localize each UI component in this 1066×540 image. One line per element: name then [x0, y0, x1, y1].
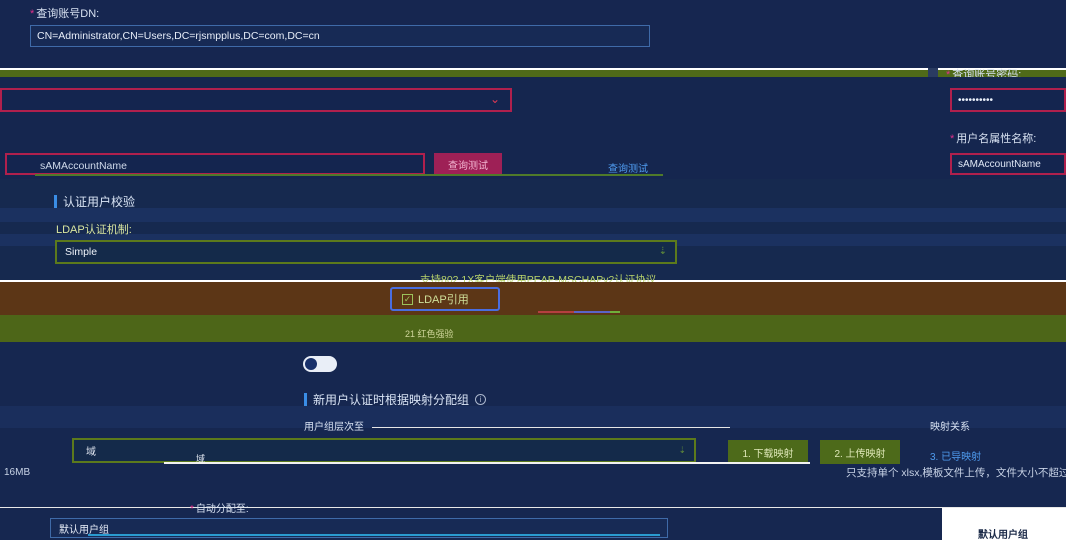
select-dropdown[interactable]: ⌄	[0, 88, 512, 112]
mapping-stripe	[0, 406, 1066, 428]
brown-band	[0, 282, 1066, 315]
left-attr-value: sAMAccountName	[40, 160, 127, 172]
query-dn-label: * 查询账号DN:	[30, 8, 100, 20]
green-line	[35, 174, 663, 176]
toggle-knob	[305, 358, 317, 370]
ldap-ref-label: LDAP引用	[418, 294, 469, 306]
default-group-label: 默认用户组	[978, 530, 1028, 540]
auth-check-title: 认证用户校验	[54, 193, 135, 210]
query-dn-input[interactable]: CN=Administrator,CN=Users,DC=rjsmpplus,D…	[30, 25, 650, 47]
ldap-ref-checkbox[interactable]: ✓ LDAP引用	[390, 287, 500, 311]
checkbox-icon: ✓	[402, 293, 413, 305]
divider-strip	[0, 70, 1066, 77]
mechanism-label: LDAP认证机制:	[56, 224, 132, 236]
auth-section	[0, 179, 1066, 280]
chevron-down-icon: ⇣	[678, 445, 686, 455]
hr-line	[0, 507, 1066, 508]
hint-line	[372, 427, 730, 428]
export-mapping-link[interactable]: 3. 已导映射	[930, 448, 981, 463]
upload-hint: 只支持单个 xlsx,模板文件上传，文件大小不超过	[846, 467, 1066, 479]
color-line-red	[538, 311, 574, 313]
auto-assign-underline	[88, 534, 660, 536]
query-password-input[interactable]: ••••••••••	[950, 88, 1066, 112]
group-hint-label: 用户组层次至	[304, 422, 364, 433]
query-link[interactable]: 查询测试	[608, 160, 648, 175]
color-line-green	[610, 311, 620, 313]
chevron-down-icon: ⌄	[489, 92, 500, 106]
toggle-switch[interactable]	[303, 356, 337, 372]
username-attr-input[interactable]: sAMAccountName	[950, 153, 1066, 175]
color-line-blue	[574, 311, 610, 313]
chevron-down-icon: ⇣	[658, 246, 667, 257]
auth-stripe	[0, 208, 1066, 222]
white-underline	[164, 462, 810, 464]
mechanism-select[interactable]: Simple ⇣	[55, 240, 677, 264]
query-test-button[interactable]: 查询测试	[434, 153, 502, 175]
info-icon: i	[475, 394, 487, 405]
map-label: 映射关系	[930, 422, 970, 433]
username-attr-label: * 用户名属性名称:	[950, 133, 1037, 145]
auto-assign-label: * 自动分配至:	[190, 504, 249, 515]
toggle-hint: 21 红色强验	[405, 329, 454, 339]
attr-select[interactable]: 域 ⇣	[72, 438, 696, 463]
size-left: 16MB	[4, 467, 31, 478]
green-band	[0, 315, 1066, 342]
upload-mapping-button[interactable]: 2. 上传映射	[820, 440, 900, 464]
download-mapping-button[interactable]: 1. 下载映射	[728, 440, 808, 464]
